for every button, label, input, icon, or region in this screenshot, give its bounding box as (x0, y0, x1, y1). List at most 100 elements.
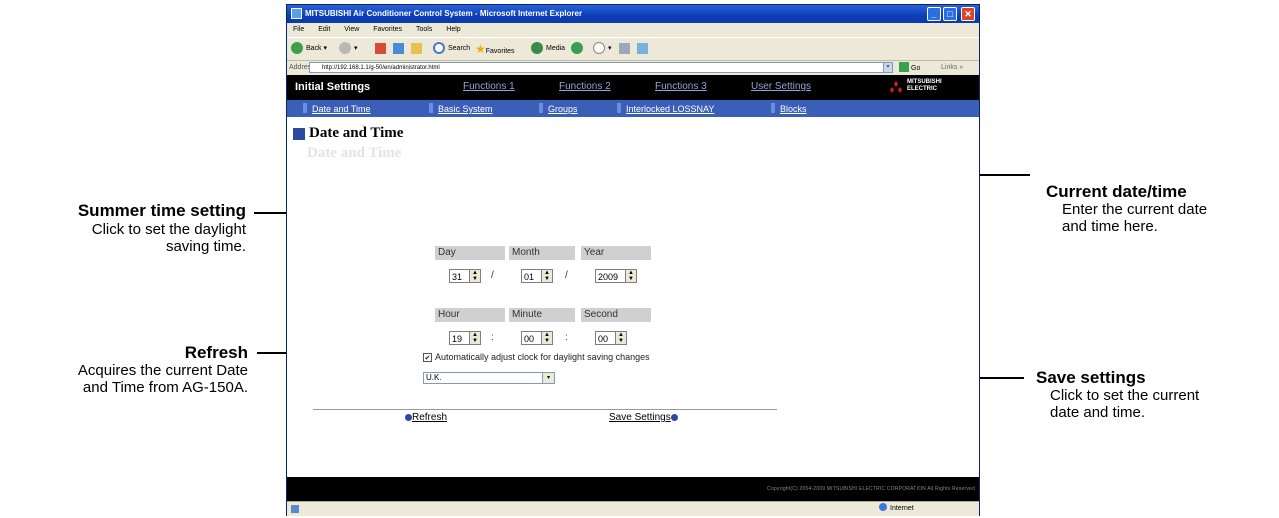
security-zone: Internet (879, 502, 914, 516)
spin-arrows-icon[interactable]: ▲ ▼ (625, 269, 637, 283)
dst-label: Automatically adjust clock for daylight … (435, 352, 650, 362)
nav-functions-1[interactable]: Functions 1 (463, 81, 515, 92)
home-icon (411, 42, 422, 54)
subnav-label: Interlocked LOSSNAY (626, 104, 715, 114)
time-separator: : (491, 332, 494, 343)
minute-spinner[interactable]: 00 ▲ ▼ (521, 330, 553, 346)
menu-view[interactable]: View (344, 26, 359, 33)
day-value[interactable]: 31 (449, 269, 469, 283)
menu-favorites[interactable]: Favorites (373, 26, 402, 33)
spin-arrows-icon[interactable]: ▲ ▼ (541, 269, 553, 283)
go-button[interactable]: Go (899, 62, 920, 74)
day-label: Day (435, 246, 505, 260)
year-value[interactable]: 2009 (595, 269, 625, 283)
date-separator: / (491, 270, 494, 281)
second-spinner[interactable]: 00 ▲ ▼ (595, 330, 627, 346)
mitsubishi-logo-icon (890, 81, 902, 93)
callout-current-desc1: Enter the current date (1062, 201, 1208, 218)
spin-arrows-icon[interactable]: ▲ ▼ (541, 331, 553, 345)
edit-button[interactable] (637, 42, 650, 56)
window-title: MITSUBISHI Air Conditioner Control Syste… (305, 9, 583, 18)
menu-tools[interactable]: Tools (416, 26, 432, 33)
media-button[interactable]: Media (531, 42, 565, 56)
search-label: Search (448, 45, 471, 52)
subnav-groups[interactable]: Groups (539, 103, 578, 114)
spin-arrows-icon[interactable]: ▲ ▼ (615, 331, 627, 345)
spin-arrows-icon[interactable]: ▲ ▼ (469, 331, 481, 345)
media-label: Media (546, 45, 566, 52)
callout-summer-desc2: saving time. (165, 238, 246, 255)
hour-spinner[interactable]: 19 ▲ ▼ (449, 330, 481, 346)
address-input[interactable]: http://192.168.1.1/g-50/en/administrator… (309, 62, 893, 73)
menu-file[interactable]: File (293, 26, 304, 33)
timezone-select[interactable]: U.K. ▾ (423, 372, 555, 384)
brand-line-2: ELECTRIC (907, 86, 937, 92)
minimize-icon[interactable]: _ (927, 7, 941, 21)
chevron-down-icon[interactable]: ▾ (542, 373, 554, 383)
callout-current-desc2: and time here. (1062, 218, 1158, 235)
dst-checkbox[interactable]: ✔ (423, 352, 432, 362)
menu-help[interactable]: Help (446, 26, 460, 33)
nav-functions-2[interactable]: Functions 2 (559, 81, 611, 92)
hour-label: Hour (435, 308, 505, 322)
spin-arrows-icon[interactable]: ▲ ▼ (469, 269, 481, 283)
stop-icon (375, 42, 386, 54)
callout-save-desc2: date and time. (1050, 404, 1146, 421)
search-button[interactable]: Search (433, 42, 470, 56)
subnav-blocks[interactable]: Blocks (771, 103, 807, 114)
stop-button[interactable] (375, 42, 388, 56)
forward-button[interactable]: ▾ (339, 42, 358, 56)
minute-value[interactable]: 00 (521, 331, 541, 345)
mail-button[interactable]: ▾ (593, 42, 612, 56)
day-spinner[interactable]: 31 ▲ ▼ (449, 268, 481, 284)
subnav-date-and-time[interactable]: Date and Time (303, 103, 371, 114)
month-label: Month (509, 246, 575, 260)
page-title-reflection: Date and Time (307, 145, 402, 161)
second-value[interactable]: 00 (595, 331, 615, 345)
search-icon (433, 42, 445, 55)
refresh-label: Refresh (412, 412, 448, 423)
title-square-icon (293, 128, 305, 140)
globe-icon (879, 503, 887, 511)
page-status-icon (291, 505, 299, 513)
bullet-icon (405, 414, 412, 421)
home-button[interactable] (411, 42, 424, 56)
print-icon (619, 42, 630, 54)
brand-line-1: MITSUBISHI (907, 79, 942, 85)
sub-navigation: Date and Time Basic System Groups Interl… (287, 100, 979, 117)
back-button[interactable]: Back ▾ (291, 42, 327, 56)
page-content: Initial Settings Functions 1 Functions 2… (287, 75, 979, 501)
save-settings-link[interactable]: Save Settings (609, 412, 678, 423)
zone-label: Internet (890, 505, 914, 512)
month-value[interactable]: 01 (521, 269, 541, 283)
address-bar: Address http://192.168.1.1/g-50/en/admin… (287, 60, 979, 75)
year-spinner[interactable]: 2009 ▲ ▼ (595, 268, 637, 284)
maximize-icon[interactable]: □ (943, 7, 957, 21)
copyright-text: Copyright(C) 2004-2009 MITSUBISHI ELECTR… (767, 486, 975, 492)
callout-current-title: Current date/time (1046, 182, 1187, 201)
callout-refresh-desc1: Acquires the current Date (77, 362, 248, 379)
month-spinner[interactable]: 01 ▲ ▼ (521, 268, 553, 284)
subnav-interlocked-lossnay[interactable]: Interlocked LOSSNAY (617, 103, 714, 114)
subnav-basic-system[interactable]: Basic System (429, 103, 493, 114)
print-button[interactable] (619, 42, 632, 56)
callout-save-title: Save settings (1036, 368, 1146, 387)
favorites-button[interactable]: ★Favorites (475, 42, 515, 56)
address-dropdown-icon[interactable]: ▾ (883, 62, 893, 73)
links-button[interactable]: Links » (941, 60, 963, 75)
go-label: Go (911, 65, 921, 72)
hour-value[interactable]: 19 (449, 331, 469, 345)
callout-refresh-desc2: and Time from AG-150A. (82, 379, 248, 396)
title-bar[interactable]: MITSUBISHI Air Conditioner Control Syste… (287, 5, 979, 23)
close-icon[interactable]: ✕ (961, 7, 975, 21)
refresh-browser-button[interactable] (393, 42, 406, 56)
refresh-link[interactable]: Refresh (405, 412, 447, 423)
page-footer: Copyright(C) 2004-2009 MITSUBISHI ELECTR… (287, 477, 979, 501)
bullet-icon (670, 414, 678, 421)
nav-functions-3[interactable]: Functions 3 (655, 81, 707, 92)
nav-user-settings[interactable]: User Settings (751, 81, 811, 92)
back-label: Back (306, 45, 322, 52)
mail-icon (593, 42, 605, 55)
history-button[interactable] (571, 42, 586, 56)
menu-edit[interactable]: Edit (318, 26, 330, 33)
